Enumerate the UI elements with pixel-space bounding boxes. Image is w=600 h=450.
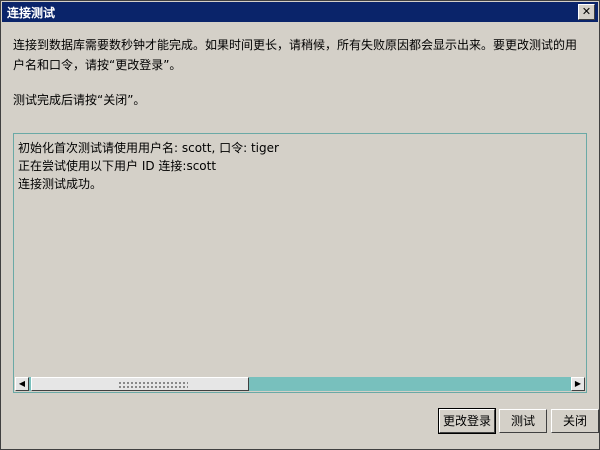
close-icon[interactable]: ✕ (578, 4, 595, 20)
horizontal-scrollbar[interactable]: ◀ ▶ (15, 377, 585, 391)
title-bar[interactable]: 连接测试 ✕ (2, 2, 598, 22)
window-title: 连接测试 (7, 6, 56, 20)
test-output-box[interactable]: 初始化首次测试请使用用户名: scott, 口令: tiger 正在尝试使用以下… (13, 133, 587, 393)
scroll-left-icon[interactable]: ◀ (15, 377, 29, 391)
scrollbar-thumb[interactable] (31, 377, 249, 391)
change-login-button[interactable]: 更改登录 (438, 408, 496, 434)
scroll-right-icon[interactable]: ▶ (571, 377, 585, 391)
test-button[interactable]: 测试 (499, 409, 547, 433)
grip-icon (118, 381, 188, 388)
connection-test-dialog: 连接测试 ✕ 连接到数据库需要数秒钟才能完成。如果时间更长，请稍候，所有失败原因… (0, 0, 600, 450)
instructions-text: 连接到数据库需要数秒钟才能完成。如果时间更长，请稍候，所有失败原因都会显示出来。… (13, 38, 578, 72)
close-button[interactable]: 关闭 (551, 409, 599, 433)
output-line-1: 初始化首次测试请使用用户名: scott, 口令: tiger (18, 141, 279, 155)
output-line-3: 连接测试成功。 (18, 177, 103, 191)
output-line-2: 正在尝试使用以下用户 ID 连接:scott (18, 159, 217, 173)
close-hint-text: 测试完成后请按“关闭”。 (13, 93, 146, 107)
